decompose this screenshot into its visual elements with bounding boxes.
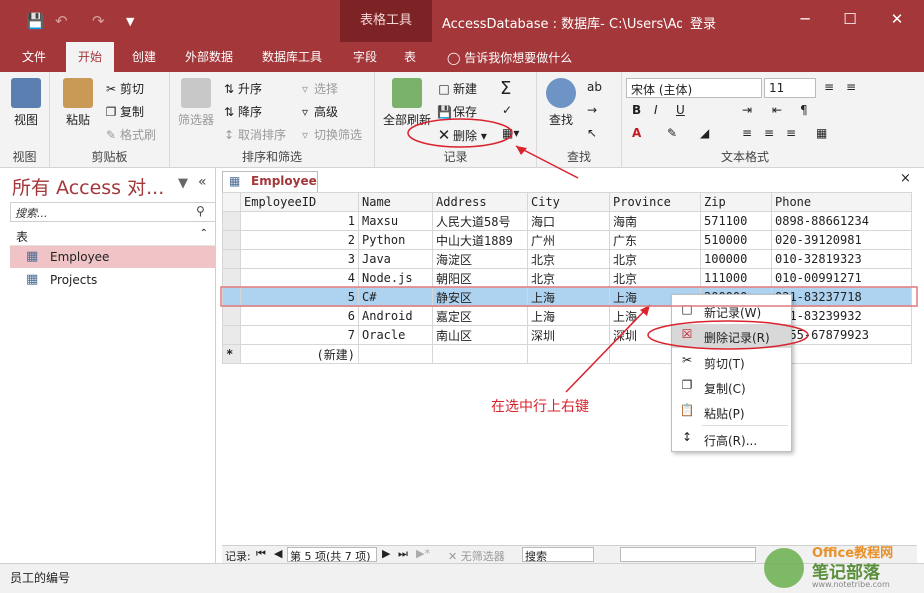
access-window: 💾 ↶ ↷ ▼ 表格工具 AccessDatabase : 数据库- C:\Us… — [0, 0, 924, 593]
selected-row-outline — [220, 286, 918, 307]
annotation-text: 在选中行上右键 — [491, 399, 589, 415]
watermark-logo: Office教程网 笔记部落 www.notetribe.com — [760, 540, 924, 593]
watermark-line3: www.notetribe.com — [812, 580, 890, 589]
delete-highlight-ellipse — [407, 118, 513, 148]
pointer-arrow-upper — [515, 145, 579, 179]
leaf-logo-icon — [764, 548, 804, 588]
delete-record-highlight-ellipse — [647, 320, 809, 350]
annotation-overlay — [220, 118, 918, 393]
pointer-arrow-lower — [565, 304, 651, 393]
